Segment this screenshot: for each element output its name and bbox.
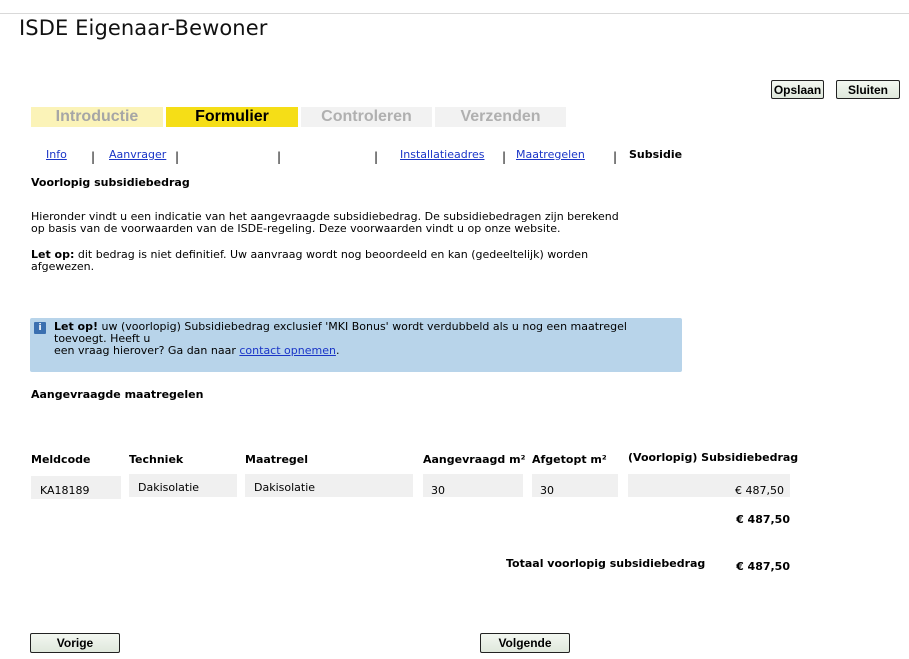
info-text-1: uw (voorlopig) Subsidiebedrag exclusief … — [54, 320, 627, 345]
cell-meldcode: KA18189 — [31, 476, 121, 499]
save-button[interactable]: Opslaan — [771, 80, 824, 99]
column-header-maatregel: Maatregel — [245, 453, 309, 466]
step-controleren[interactable]: Controleren — [301, 107, 432, 127]
subnav-item-installatieadres[interactable]: Installatieadres — [400, 148, 485, 161]
subnav-separator: | — [91, 150, 96, 164]
total-value: € 487,50 — [736, 560, 790, 573]
subnav-item-maatregelen[interactable]: Maatregelen — [516, 148, 585, 161]
subtotal-value: € 487,50 — [736, 513, 790, 526]
info-text-3: . — [335, 344, 340, 357]
column-header-meldcode: Meldcode — [31, 453, 91, 466]
cell-subsidiebedrag: € 487,50 — [628, 474, 790, 497]
contact-link[interactable]: contact opnemen — [239, 344, 336, 357]
subnav-item-subsidie: Subsidie — [629, 148, 683, 161]
column-header-subsidiebedrag: (Voorlopig) Subsidiebedrag — [628, 451, 799, 464]
intro-line-2: op basis van de voorwaarden van de ISDE-… — [31, 222, 561, 235]
column-header-aangevraagd: Aangevraagd m² — [423, 453, 526, 466]
cell-afgetopt: 30 — [532, 474, 618, 497]
info-text: Let op! uw (voorlopig) Subsidiebedrag ex… — [54, 321, 678, 357]
subnav-separator: | — [613, 150, 618, 164]
note-line-1: Let op: dit bedrag is niet definitief. U… — [31, 249, 588, 261]
column-header-afgetopt: Afgetopt m² — [532, 453, 607, 466]
close-button[interactable]: Sluiten — [836, 80, 900, 99]
measures-heading: Aangevraagde maatregelen — [31, 388, 204, 401]
total-label: Totaal voorlopig subsidiebedrag — [506, 557, 706, 570]
info-box: i Let op! uw (voorlopig) Subsidiebedrag … — [30, 318, 682, 372]
note-text: dit bedrag is niet definitief. Uw aanvra… — [74, 248, 589, 261]
cell-techniek: Dakisolatie — [129, 474, 237, 497]
page-title: ISDE Eigenaar-Bewoner — [19, 16, 268, 40]
subnav-separator: | — [502, 150, 507, 164]
column-header-techniek: Techniek — [129, 453, 184, 466]
subnav-separator: | — [175, 150, 180, 164]
subnav-item-info[interactable]: Info — [46, 148, 67, 161]
info-icon: i — [34, 322, 46, 334]
next-button[interactable]: Volgende — [480, 633, 570, 653]
subnav-separator: | — [277, 150, 282, 164]
top-divider — [0, 13, 909, 14]
info-text-2: een vraag hierover? Ga dan naar — [54, 344, 240, 357]
section-heading: Voorlopig subsidiebedrag — [31, 176, 190, 189]
cell-maatregel: Dakisolatie — [245, 474, 413, 497]
subnav-separator: | — [374, 150, 379, 164]
note-line-2: afgewezen. — [31, 260, 95, 273]
step-formulier[interactable]: Formulier — [166, 107, 298, 127]
cell-aangevraagd: 30 — [423, 474, 523, 497]
step-verzenden[interactable]: Verzenden — [435, 107, 566, 127]
step-introductie[interactable]: Introductie — [31, 107, 163, 127]
prev-button[interactable]: Vorige — [30, 633, 120, 653]
subnav-item-aanvrager[interactable]: Aanvrager — [109, 148, 166, 161]
